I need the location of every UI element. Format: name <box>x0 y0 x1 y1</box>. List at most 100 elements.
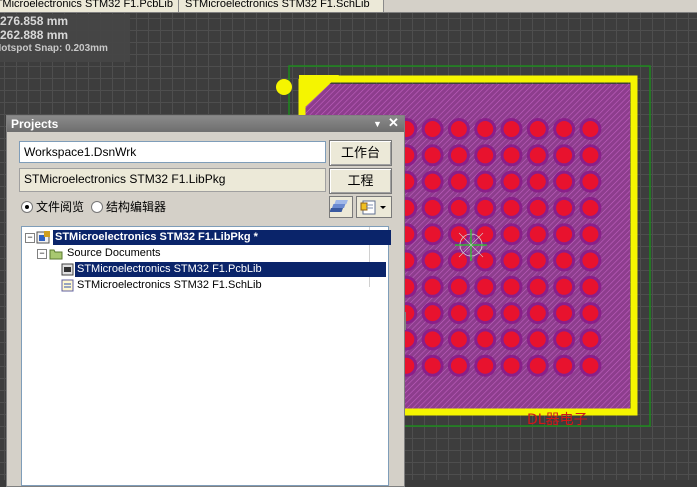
pad[interactable] <box>477 226 494 243</box>
pad[interactable] <box>529 173 546 190</box>
project-field[interactable]: STMicroelectronics STM32 F1.LibPkg <box>19 168 326 192</box>
pad[interactable] <box>477 147 494 164</box>
tree-row-project[interactable]: − STMicroelectronics STM32 F1.LibPkg * <box>22 230 391 245</box>
tree-row-pcblib[interactable]: STMicroelectronics STM32 F1.PcbLib <box>22 262 388 277</box>
pad[interactable] <box>582 278 599 295</box>
pad[interactable] <box>503 121 520 137</box>
pad[interactable] <box>450 199 467 216</box>
pad[interactable] <box>424 121 441 137</box>
pad[interactable] <box>503 252 520 269</box>
radio-file-view[interactable]: 文件阅览 <box>21 200 84 214</box>
pad[interactable] <box>529 278 546 295</box>
pad[interactable] <box>503 278 520 295</box>
pad[interactable] <box>529 121 546 137</box>
pad[interactable] <box>556 331 573 348</box>
pad[interactable] <box>582 147 599 164</box>
pcblib-file-icon <box>61 263 74 276</box>
pad[interactable] <box>424 173 441 190</box>
pad[interactable] <box>450 331 467 348</box>
pad[interactable] <box>424 357 441 374</box>
pad[interactable] <box>477 331 494 348</box>
pad[interactable] <box>424 331 441 348</box>
pad[interactable] <box>529 331 546 348</box>
pad[interactable] <box>450 252 467 269</box>
pad[interactable] <box>503 199 520 216</box>
tab-schlib[interactable]: STMicroelectronics STM32 F1.SchLib <box>178 0 384 12</box>
pad[interactable] <box>424 199 441 216</box>
pad[interactable] <box>582 252 599 269</box>
pad[interactable] <box>424 252 441 269</box>
pad[interactable] <box>450 147 467 164</box>
pad[interactable] <box>503 147 520 164</box>
pad[interactable] <box>503 331 520 348</box>
pad[interactable] <box>556 357 573 374</box>
pad[interactable] <box>503 173 520 190</box>
tree-collapse-icon[interactable]: − <box>25 233 35 243</box>
pad[interactable] <box>503 305 520 322</box>
project-button[interactable]: 工程 <box>329 168 392 194</box>
pad[interactable] <box>450 278 467 295</box>
pad[interactable] <box>450 357 467 374</box>
pad[interactable] <box>556 305 573 322</box>
pad[interactable] <box>503 357 520 374</box>
pad[interactable] <box>582 357 599 374</box>
pad[interactable] <box>477 173 494 190</box>
pad[interactable] <box>477 357 494 374</box>
pad[interactable] <box>450 305 467 322</box>
workspace-button[interactable]: 工作台 <box>329 140 392 166</box>
panel-close-icon[interactable]: ✕ <box>388 115 399 131</box>
pad[interactable] <box>582 305 599 322</box>
pad[interactable] <box>477 199 494 216</box>
pad[interactable] <box>477 278 494 295</box>
tree-row-source-documents[interactable]: − Source Documents <box>22 246 388 261</box>
pad[interactable] <box>529 305 546 322</box>
radio-structure-editor[interactable]: 结构编辑器 <box>91 200 166 214</box>
radio-file-view-indicator[interactable] <box>21 201 33 213</box>
pad[interactable] <box>556 278 573 295</box>
pad[interactable] <box>424 226 441 243</box>
tree-file-label[interactable]: STMicroelectronics STM32 F1.SchLib <box>75 278 264 293</box>
pad[interactable] <box>529 252 546 269</box>
pad[interactable] <box>582 226 599 243</box>
pad[interactable] <box>582 199 599 216</box>
pad[interactable] <box>503 226 520 243</box>
compile-project-button[interactable] <box>329 196 353 218</box>
pad[interactable] <box>529 226 546 243</box>
panel-titlebar[interactable]: Projects ▼ ✕ <box>7 115 404 132</box>
tree-file-label[interactable]: STMicroelectronics STM32 F1.PcbLib <box>75 262 386 277</box>
readout-x: 276.858 mm <box>0 14 69 28</box>
pad[interactable] <box>556 121 573 137</box>
tree-folder-label[interactable]: Source Documents <box>65 246 163 261</box>
pad[interactable] <box>477 121 494 137</box>
pad[interactable] <box>529 199 546 216</box>
pad[interactable] <box>450 226 467 243</box>
project-options-button[interactable] <box>356 196 392 218</box>
pad[interactable] <box>477 252 494 269</box>
pad[interactable] <box>582 121 599 137</box>
pad[interactable] <box>556 147 573 164</box>
panel-menu-chevron-icon[interactable]: ▼ <box>373 116 382 132</box>
radio-structure-editor-indicator[interactable] <box>91 201 103 213</box>
pad[interactable] <box>424 147 441 164</box>
tree-project-label[interactable]: STMicroelectronics STM32 F1.LibPkg * <box>53 230 391 245</box>
radio-file-view-label: 文件阅览 <box>36 200 85 214</box>
pad[interactable] <box>582 331 599 348</box>
pad[interactable] <box>529 147 546 164</box>
project-tree[interactable]: − STMicroelectronics STM32 F1.LibPkg * −… <box>21 226 391 486</box>
pad[interactable] <box>556 199 573 216</box>
pad[interactable] <box>556 252 573 269</box>
pad[interactable] <box>556 226 573 243</box>
pad[interactable] <box>582 173 599 190</box>
tab-pcblib[interactable]: STMicroelectronics STM32 F1.PcbLib <box>0 0 180 12</box>
tree-collapse-icon[interactable]: − <box>37 249 47 259</box>
libpkg-project-icon <box>36 231 50 244</box>
pad[interactable] <box>556 173 573 190</box>
pad[interactable] <box>424 278 441 295</box>
workspace-select[interactable]: Workspace1.DsnWrk ▼ <box>19 141 326 163</box>
tree-row-schlib[interactable]: STMicroelectronics STM32 F1.SchLib <box>22 278 388 293</box>
pad[interactable] <box>450 173 467 190</box>
pad[interactable] <box>450 121 467 137</box>
pad[interactable] <box>424 305 441 322</box>
pad[interactable] <box>529 357 546 374</box>
pad[interactable] <box>477 305 494 322</box>
